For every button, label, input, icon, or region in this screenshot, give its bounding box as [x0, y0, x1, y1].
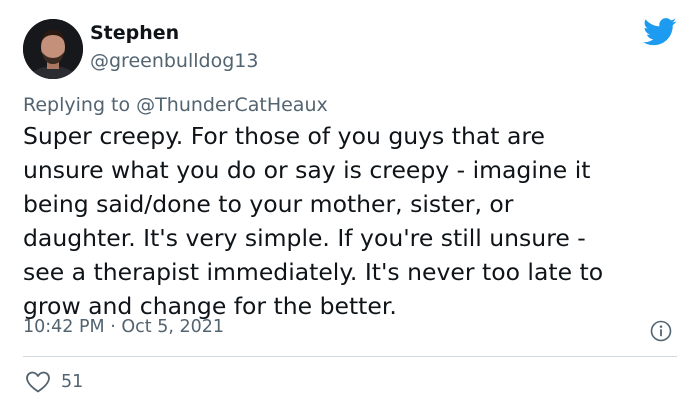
author-handle[interactable]: @greenbulldog13 — [90, 50, 258, 72]
replying-to-label: Replying to — [23, 94, 131, 116]
tweet-time: 10:42 PM — [23, 317, 105, 337]
reply-mention-link[interactable]: @ThunderCatHeaux — [136, 94, 328, 116]
info-icon[interactable] — [650, 320, 672, 342]
avatar-image — [23, 19, 83, 79]
replying-to: Replying to @ThunderCatHeaux — [23, 94, 328, 116]
like-button[interactable]: 51 — [25, 370, 83, 394]
tweet-text: Super creepy. For those of you guys that… — [23, 122, 604, 320]
timestamp-separator: · — [110, 317, 116, 337]
heart-icon — [26, 371, 50, 393]
avatar[interactable] — [23, 19, 83, 79]
divider — [23, 356, 677, 357]
tweet-timestamp[interactable]: 10:42 PM · Oct 5, 2021 — [23, 317, 224, 337]
tweet-card: Stephen @greenbulldog13 Replying to @Thu… — [0, 0, 700, 410]
twitter-bird-icon[interactable] — [643, 18, 677, 46]
author-name[interactable]: Stephen — [90, 22, 179, 44]
tweet-date: Oct 5, 2021 — [121, 317, 225, 337]
like-count: 51 — [61, 372, 84, 392]
